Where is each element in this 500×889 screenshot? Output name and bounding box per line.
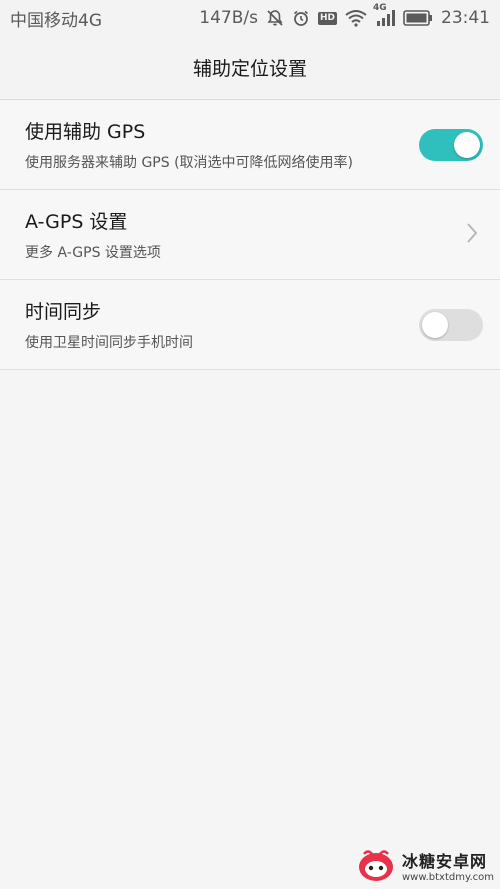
setting-title: 使用辅助 GPS bbox=[25, 121, 146, 143]
chevron-right-icon bbox=[465, 221, 479, 249]
mute-icon bbox=[266, 9, 284, 27]
wifi-icon bbox=[345, 9, 367, 27]
settings-list: 使用辅助 GPS 使用服务器来辅助 GPS (取消选中可降低网络使用率) A-G… bbox=[0, 100, 500, 370]
setting-subtitle: 使用服务器来辅助 GPS (取消选中可降低网络使用率) bbox=[25, 155, 354, 171]
candy-logo-icon bbox=[356, 847, 396, 883]
toggle-knob bbox=[422, 311, 448, 338]
setting-title: A-GPS 设置 bbox=[25, 211, 128, 233]
setting-time-sync[interactable]: 时间同步 使用卫星时间同步手机时间 bbox=[0, 280, 500, 370]
site-watermark: 冰糖安卓网 www.btxtdmy.com bbox=[356, 847, 494, 883]
alarm-icon bbox=[292, 9, 310, 27]
setting-title: 时间同步 bbox=[25, 301, 102, 323]
setting-subtitle: 使用卫星时间同步手机时间 bbox=[25, 335, 193, 351]
hd-icon: HD bbox=[317, 11, 337, 25]
status-bar: 中国移动4G 147B/s HD 4G 23:41 bbox=[0, 0, 500, 36]
time-sync-toggle[interactable] bbox=[419, 308, 483, 341]
carrier-label: 中国移动4G bbox=[10, 10, 102, 31]
cellular-signal-icon: 4G bbox=[373, 3, 395, 27]
page-title: 辅助定位设置 bbox=[192, 58, 307, 80]
assisted-gps-toggle[interactable] bbox=[419, 128, 483, 161]
network-type-label: 4G bbox=[373, 3, 387, 13]
setting-text: 时间同步 使用卫星时间同步手机时间 bbox=[25, 297, 193, 352]
toggle-knob bbox=[454, 131, 480, 158]
watermark-url: www.btxtdmy.com bbox=[401, 871, 494, 883]
watermark-text: 冰糖安卓网 www.btxtdmy.com bbox=[402, 848, 494, 883]
watermark-name: 冰糖安卓网 bbox=[401, 851, 487, 871]
status-icons: 147B/s HD 4G 23:41 bbox=[199, 3, 490, 28]
page-header: 辅助定位设置 bbox=[0, 36, 500, 100]
setting-assisted-gps[interactable]: 使用辅助 GPS 使用服务器来辅助 GPS (取消选中可降低网络使用率) bbox=[0, 100, 500, 190]
setting-subtitle: 更多 A-GPS 设置选项 bbox=[25, 245, 161, 261]
clock: 23:41 bbox=[441, 8, 490, 28]
net-speed: 147B/s bbox=[199, 8, 258, 28]
setting-text: 使用辅助 GPS 使用服务器来辅助 GPS (取消选中可降低网络使用率) bbox=[25, 117, 353, 172]
setting-agps[interactable]: A-GPS 设置 更多 A-GPS 设置选项 bbox=[0, 190, 500, 280]
setting-text: A-GPS 设置 更多 A-GPS 设置选项 bbox=[25, 207, 161, 262]
hd-badge: HD bbox=[317, 11, 337, 25]
battery-icon bbox=[403, 10, 433, 26]
